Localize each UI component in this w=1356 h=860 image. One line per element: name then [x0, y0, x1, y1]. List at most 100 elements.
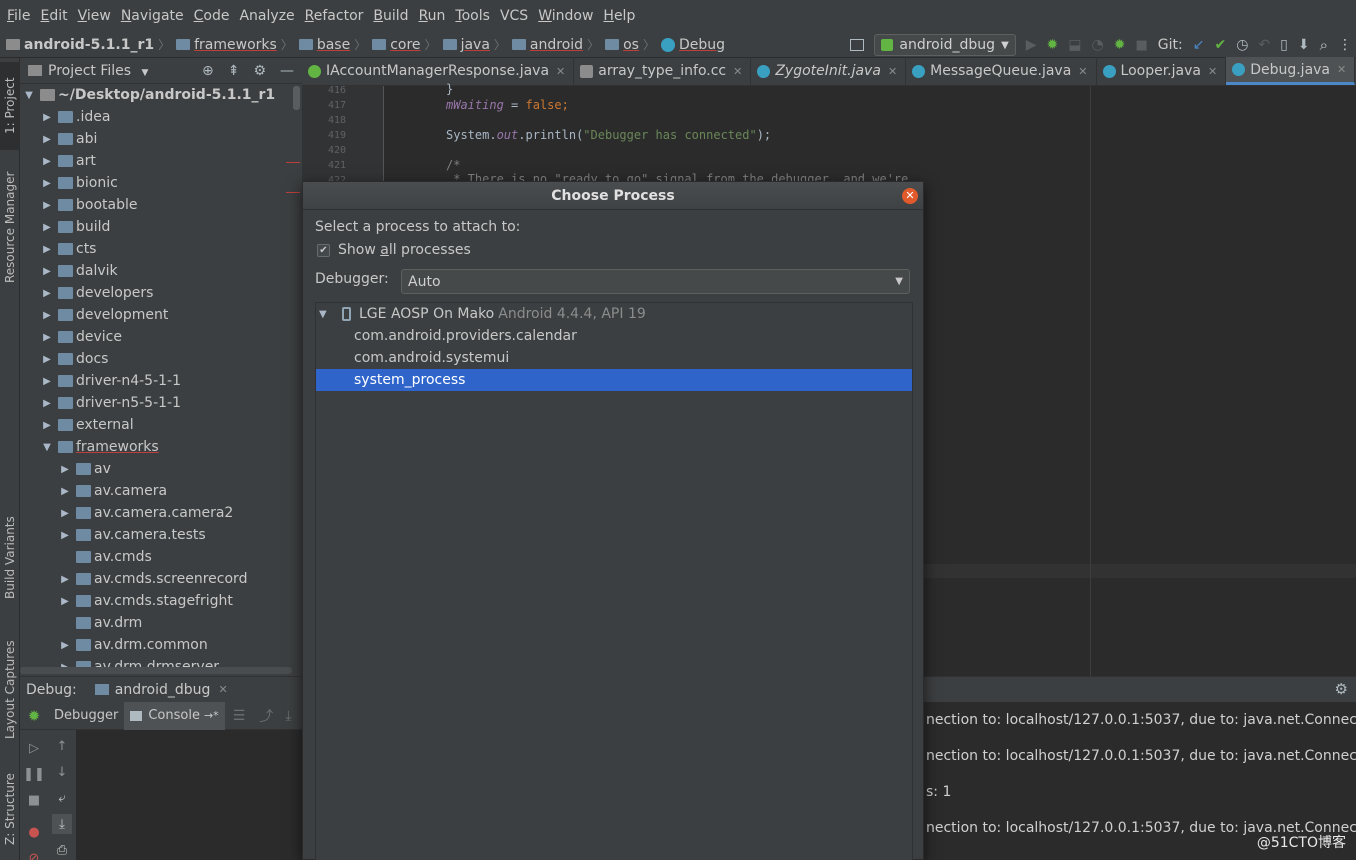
- tab-resource-manager[interactable]: Resource Manager: [0, 162, 20, 292]
- chevron-right-icon[interactable]: ▶: [58, 508, 72, 519]
- menu-item[interactable]: Analyze: [234, 0, 299, 32]
- chevron-right-icon[interactable]: ▶: [40, 156, 54, 167]
- chevron-right-icon[interactable]: ▶: [58, 530, 72, 541]
- minimize-icon[interactable]: —: [280, 63, 294, 79]
- menu-item[interactable]: VCS: [495, 0, 533, 32]
- debugger-select[interactable]: Auto ▼: [401, 269, 910, 294]
- close-icon[interactable]: ✕: [888, 65, 897, 78]
- tree-item[interactable]: ▶ av.cmds.stagefright: [20, 590, 302, 612]
- menu-item[interactable]: Navigate: [116, 0, 189, 32]
- editor-tab[interactable]: MessageQueue.java ✕: [906, 57, 1097, 85]
- show-all-processes-checkbox[interactable]: ✔ Show all processes: [317, 242, 471, 258]
- stop-icon[interactable]: ■: [24, 790, 44, 810]
- git-commit-icon[interactable]: ✔: [1214, 37, 1226, 53]
- chevron-right-icon[interactable]: ▶: [58, 486, 72, 497]
- tree-item[interactable]: ▼ ~/Desktop/android-5.1.1_r1: [20, 84, 302, 106]
- profile-icon[interactable]: ◔: [1092, 37, 1104, 53]
- chevron-down-icon[interactable]: ▼: [40, 442, 54, 453]
- tree-item[interactable]: ▶ docs: [20, 348, 302, 370]
- tree-item[interactable]: ▼ frameworks: [20, 436, 302, 458]
- stop-icon[interactable]: ■: [1135, 38, 1147, 53]
- close-icon[interactable]: ✕: [1337, 63, 1346, 76]
- tree-item[interactable]: ▶ art: [20, 150, 302, 172]
- chevron-right-icon[interactable]: ▶: [40, 134, 54, 145]
- checkbox-check-icon[interactable]: ✔: [317, 243, 330, 257]
- down-icon[interactable]: ↓: [52, 762, 72, 782]
- tree-item[interactable]: ▶ av.drm.common: [20, 634, 302, 656]
- select-run-config-icon[interactable]: [850, 39, 865, 51]
- chevron-right-icon[interactable]: ▶: [40, 420, 54, 431]
- tree-item[interactable]: ▶ cts: [20, 238, 302, 260]
- git-history-icon[interactable]: ◷: [1236, 37, 1248, 53]
- git-update-icon[interactable]: ↙: [1193, 37, 1205, 53]
- attach-debugger-icon[interactable]: ⬓: [1068, 37, 1081, 53]
- breadcrumb-item[interactable]: android-5.1.1_r1 〉: [6, 36, 176, 53]
- close-icon[interactable]: ✕: [556, 65, 565, 78]
- close-icon[interactable]: ✕: [902, 188, 918, 204]
- scroll-to-end-icon[interactable]: ⤓: [52, 814, 72, 834]
- up-icon[interactable]: ↑: [52, 736, 72, 756]
- chevron-down-icon[interactable]: ▼: [319, 309, 333, 320]
- editor-tab[interactable]: ZygoteInit.java ✕: [751, 57, 907, 85]
- debug-icon[interactable]: ✹: [1047, 37, 1059, 53]
- run-config-selector[interactable]: android_dbug ▼: [874, 34, 1016, 56]
- tree-item[interactable]: ▶ external: [20, 414, 302, 436]
- chevron-right-icon[interactable]: ▶: [40, 288, 54, 299]
- tree-item[interactable]: ▶ av.camera.tests: [20, 524, 302, 546]
- chevron-down-icon[interactable]: ▼: [22, 90, 36, 101]
- editor-tab[interactable]: Looper.java ✕: [1097, 57, 1227, 85]
- step-into-icon[interactable]: ⤓: [285, 708, 291, 724]
- process-row[interactable]: com.android.providers.calendar: [316, 325, 912, 347]
- breadcrumb-item[interactable]: base 〉: [298, 36, 372, 53]
- tab-build-variants[interactable]: Build Variants: [0, 508, 20, 608]
- mute-breakpoints-icon[interactable]: ⊘: [24, 848, 44, 860]
- tree-item[interactable]: ▶ abi: [20, 128, 302, 150]
- soft-wrap-icon[interactable]: ⤶: [52, 788, 72, 808]
- chevron-right-icon[interactable]: ▶: [40, 112, 54, 123]
- tree-item[interactable]: ▶ .idea: [20, 106, 302, 128]
- menu-item[interactable]: Code: [189, 0, 235, 32]
- process-row[interactable]: com.android.systemui: [316, 347, 912, 369]
- menu-item[interactable]: View: [73, 0, 116, 32]
- close-icon[interactable]: ✕: [733, 65, 742, 78]
- tree-item[interactable]: ▶ av.camera.camera2: [20, 502, 302, 524]
- chevron-right-icon[interactable]: ▶: [40, 222, 54, 233]
- pause-icon[interactable]: ❚❚: [23, 764, 45, 784]
- menu-item[interactable]: Tools: [450, 0, 495, 32]
- tab-layout-captures[interactable]: Layout Captures: [0, 630, 20, 750]
- chevron-right-icon[interactable]: ▶: [40, 354, 54, 365]
- chevron-right-icon[interactable]: ▶: [58, 464, 72, 475]
- close-icon[interactable]: ✕: [218, 683, 227, 696]
- breadcrumb-item[interactable]: frameworks 〉: [176, 36, 299, 53]
- close-icon[interactable]: ✕: [1208, 65, 1217, 78]
- gear-icon[interactable]: ⚙: [1335, 680, 1348, 698]
- breadcrumb-item[interactable]: Debug: [660, 37, 725, 53]
- git-revert-icon[interactable]: ↶: [1258, 37, 1270, 53]
- view-breakpoints-icon[interactable]: ●: [24, 822, 44, 842]
- device-manager-icon[interactable]: ▯: [1280, 37, 1288, 53]
- chevron-right-icon[interactable]: ▶: [58, 574, 72, 585]
- locate-icon[interactable]: ⊕: [202, 63, 214, 79]
- search-icon[interactable]: ⌕: [1320, 36, 1328, 54]
- breadcrumb-item[interactable]: android 〉: [511, 36, 605, 53]
- tree-item[interactable]: ▶ driver-n5-5-1-1: [20, 392, 302, 414]
- editor-tab[interactable]: IAccountManagerResponse.java ✕: [302, 57, 575, 85]
- menu-item[interactable]: Build: [368, 0, 413, 32]
- tab-project[interactable]: 1: Project: [0, 62, 20, 150]
- chevron-right-icon[interactable]: ▶: [40, 200, 54, 211]
- chevron-right-icon[interactable]: ▶: [40, 244, 54, 255]
- editor-tab[interactable]: Debug.java ✕: [1226, 57, 1356, 85]
- chevron-right-icon[interactable]: ▶: [40, 266, 54, 277]
- chevron-right-icon[interactable]: ▶: [40, 178, 54, 189]
- chevron-right-icon[interactable]: ▶: [40, 398, 54, 409]
- tree-item[interactable]: ▶ av: [20, 458, 302, 480]
- tree-item[interactable]: ▶ device: [20, 326, 302, 348]
- process-row[interactable]: system_process: [316, 369, 912, 391]
- process-list[interactable]: ▼ LGE AOSP On Mako Android 4.4.4, API 19…: [315, 302, 913, 860]
- collapse-icon[interactable]: ⇞: [228, 63, 240, 79]
- gear-icon[interactable]: ⚙: [253, 63, 266, 79]
- breadcrumb-item[interactable]: java 〉: [442, 36, 512, 53]
- tree-item[interactable]: ▶ bootable: [20, 194, 302, 216]
- run-icon[interactable]: ▶: [1026, 37, 1037, 53]
- menu-item[interactable]: Run: [414, 0, 451, 32]
